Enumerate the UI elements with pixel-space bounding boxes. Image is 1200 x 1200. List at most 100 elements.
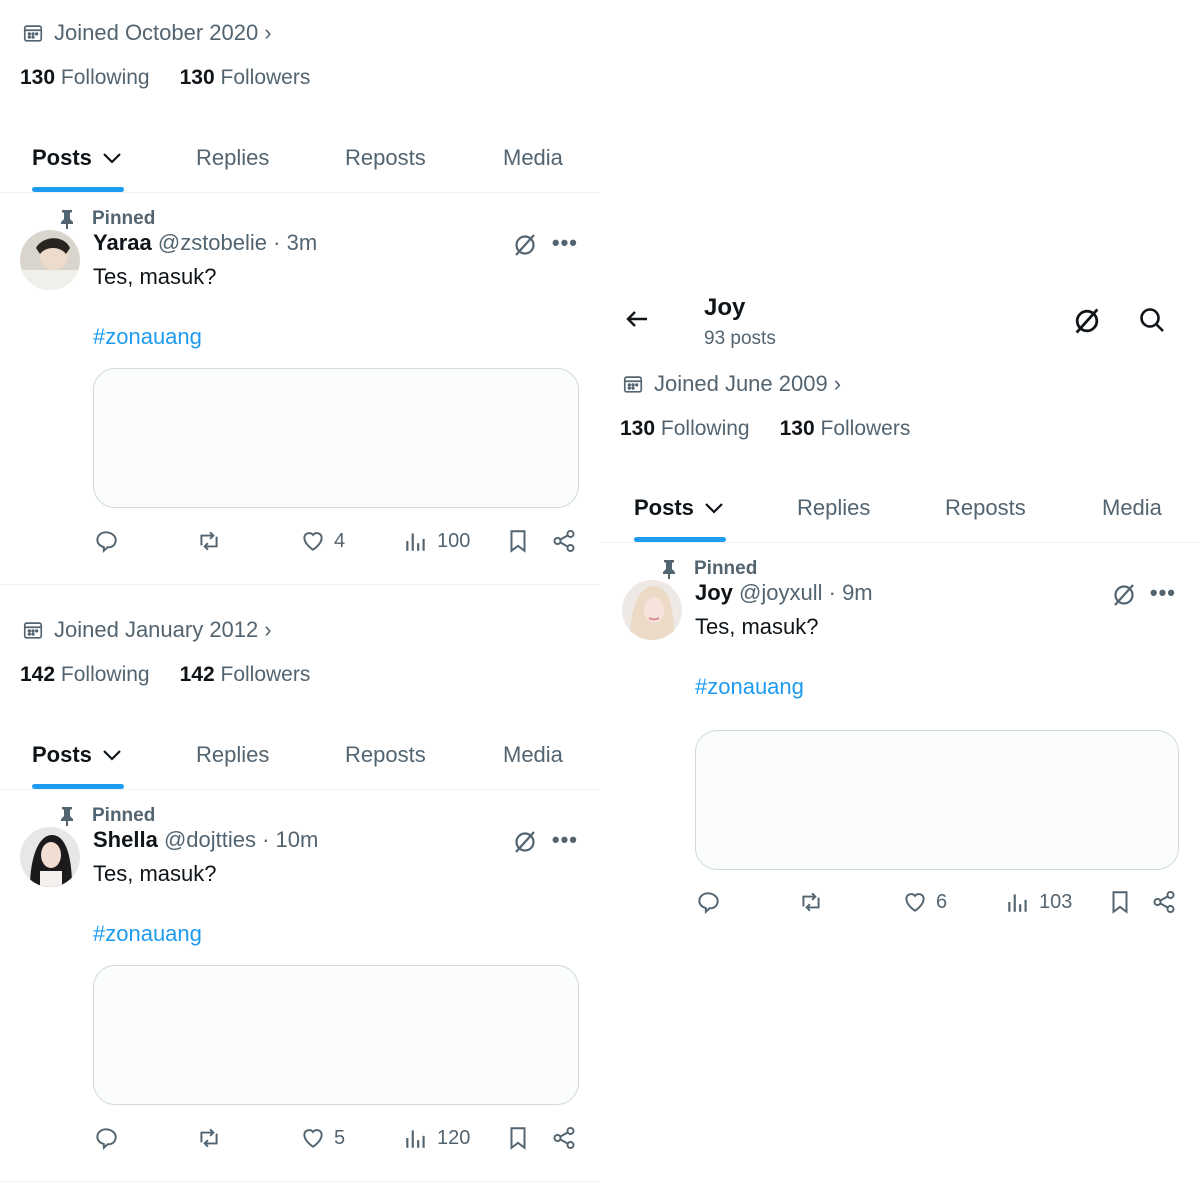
reply-button[interactable] <box>93 1125 127 1151</box>
post-media[interactable] <box>93 368 579 508</box>
tab-media[interactable]: Media <box>503 720 563 790</box>
chevron-down-icon <box>705 503 723 514</box>
repost-button[interactable] <box>798 889 832 915</box>
profile-panel-joy: Joy 93 posts Joined June 2009 › 130 Foll… <box>600 280 1200 940</box>
tab-reposts[interactable]: Reposts <box>345 123 426 193</box>
bookmark-button[interactable] <box>1107 889 1141 915</box>
chevron-down-icon <box>103 153 121 164</box>
display-name[interactable]: Joy <box>695 580 733 605</box>
tab-replies[interactable]: Replies <box>797 473 870 543</box>
views-icon <box>406 533 425 551</box>
followers-count: 130 <box>179 66 215 89</box>
search-icon[interactable] <box>1138 306 1166 334</box>
username[interactable]: @joyxull <box>739 580 822 605</box>
view-count: 103 <box>1039 890 1073 913</box>
share-icon <box>1153 890 1175 914</box>
following-link[interactable]: 130 Following <box>20 66 150 90</box>
followers-count: 142 <box>179 663 215 686</box>
like-count: 4 <box>334 529 346 552</box>
profile-tabs: Posts Replies Reposts Media <box>600 473 1200 543</box>
chevron-down-icon <box>103 750 121 761</box>
repost-icon <box>200 1128 218 1148</box>
hashtag-link[interactable]: #zonauang <box>93 921 202 947</box>
display-name[interactable]: Yaraa <box>93 230 152 255</box>
share-button[interactable] <box>1151 889 1185 915</box>
grok-icon[interactable] <box>1111 582 1137 608</box>
joined-text: Joined October 2020 <box>54 20 259 45</box>
post-text: Tes, masuk? <box>695 614 819 639</box>
tab-posts[interactable]: Posts <box>32 123 122 193</box>
chevron-right-icon[interactable]: › <box>264 617 271 643</box>
bookmark-button[interactable] <box>505 1125 539 1151</box>
avatar[interactable] <box>622 580 682 640</box>
tab-replies[interactable]: Replies <box>196 123 269 193</box>
following-count: 130 <box>620 417 656 440</box>
views-button[interactable]: 120 <box>403 1125 470 1151</box>
views-button[interactable]: 100 <box>403 528 470 554</box>
chevron-right-icon[interactable]: › <box>834 371 841 397</box>
bookmark-button[interactable] <box>505 528 539 554</box>
post-media[interactable] <box>695 730 1179 870</box>
more-icon[interactable]: ••• <box>552 230 578 256</box>
post-time[interactable]: · 3m <box>267 230 317 255</box>
pinned-indicator: Pinned <box>58 208 155 230</box>
pinned-post[interactable]: Pinned Yaraa @zstobelie · 3m ••• Tes, ma… <box>0 208 600 578</box>
tab-posts-label: Posts <box>32 145 92 170</box>
active-tab-indicator <box>32 784 124 789</box>
tab-posts[interactable]: Posts <box>32 720 122 790</box>
more-icon[interactable]: ••• <box>552 827 578 853</box>
divider <box>0 1181 600 1182</box>
repost-button[interactable] <box>196 528 230 554</box>
followers-label: Followers <box>220 663 311 686</box>
grok-icon[interactable] <box>1072 306 1102 336</box>
display-name[interactable]: Shella <box>93 827 158 852</box>
views-button[interactable]: 103 <box>1005 889 1072 915</box>
followers-link[interactable]: 130 Followers <box>780 417 911 441</box>
like-button[interactable]: 6 <box>902 889 947 915</box>
post-actions: 6 103 <box>695 889 1185 919</box>
repost-button[interactable] <box>196 1125 230 1151</box>
avatar[interactable] <box>20 827 80 887</box>
pinned-post[interactable]: Pinned Joy @joyxull · 9m ••• Tes, masuk?… <box>600 558 1200 928</box>
share-button[interactable] <box>551 1125 585 1151</box>
views-icon <box>406 1130 425 1148</box>
like-button[interactable]: 5 <box>300 1125 345 1151</box>
followers-link[interactable]: 130 Followers <box>180 66 311 90</box>
following-link[interactable]: 142 Following <box>20 663 150 687</box>
tab-replies[interactable]: Replies <box>196 720 269 790</box>
hashtag-link[interactable]: #zonauang <box>93 324 202 350</box>
like-icon <box>303 1129 323 1148</box>
following-link[interactable]: 130 Following <box>620 417 750 441</box>
followers-link[interactable]: 142 Followers <box>180 663 311 687</box>
following-label: Following <box>60 66 150 89</box>
tab-reposts[interactable]: Reposts <box>345 720 426 790</box>
username[interactable]: @dojtties <box>164 827 256 852</box>
post-media[interactable] <box>93 965 579 1105</box>
like-button[interactable]: 4 <box>300 528 345 554</box>
tab-reposts[interactable]: Reposts <box>945 473 1026 543</box>
back-arrow-icon[interactable] <box>622 304 652 334</box>
share-button[interactable] <box>551 528 585 554</box>
post-time[interactable]: · 9m <box>823 580 873 605</box>
grok-icon[interactable] <box>512 829 538 855</box>
joined-text: Joined January 2012 <box>54 617 259 642</box>
profile-header-bar: Joy 93 posts <box>600 280 1200 360</box>
post-time[interactable]: · 10m <box>256 827 318 852</box>
tab-media[interactable]: Media <box>503 123 563 193</box>
avatar[interactable] <box>20 230 80 290</box>
more-icon[interactable]: ••• <box>1150 580 1176 606</box>
username[interactable]: @zstobelie <box>158 230 267 255</box>
following-label: Following <box>60 663 150 686</box>
chevron-right-icon[interactable]: › <box>264 20 271 46</box>
post-header: Joy @joyxull · 9m <box>695 580 873 606</box>
hashtag-link[interactable]: #zonauang <box>695 674 804 700</box>
tab-media[interactable]: Media <box>1102 473 1162 543</box>
reply-button[interactable] <box>695 889 729 915</box>
tab-posts-label: Posts <box>634 495 694 520</box>
follow-stats: 130 Following 130 Followers <box>620 417 940 441</box>
tab-posts[interactable]: Posts <box>634 473 724 543</box>
reply-button[interactable] <box>93 528 127 554</box>
like-count: 6 <box>936 890 948 913</box>
pinned-post[interactable]: Pinned Shella @dojtties · 10m ••• Tes, m… <box>0 805 600 1175</box>
grok-icon[interactable] <box>512 232 538 258</box>
